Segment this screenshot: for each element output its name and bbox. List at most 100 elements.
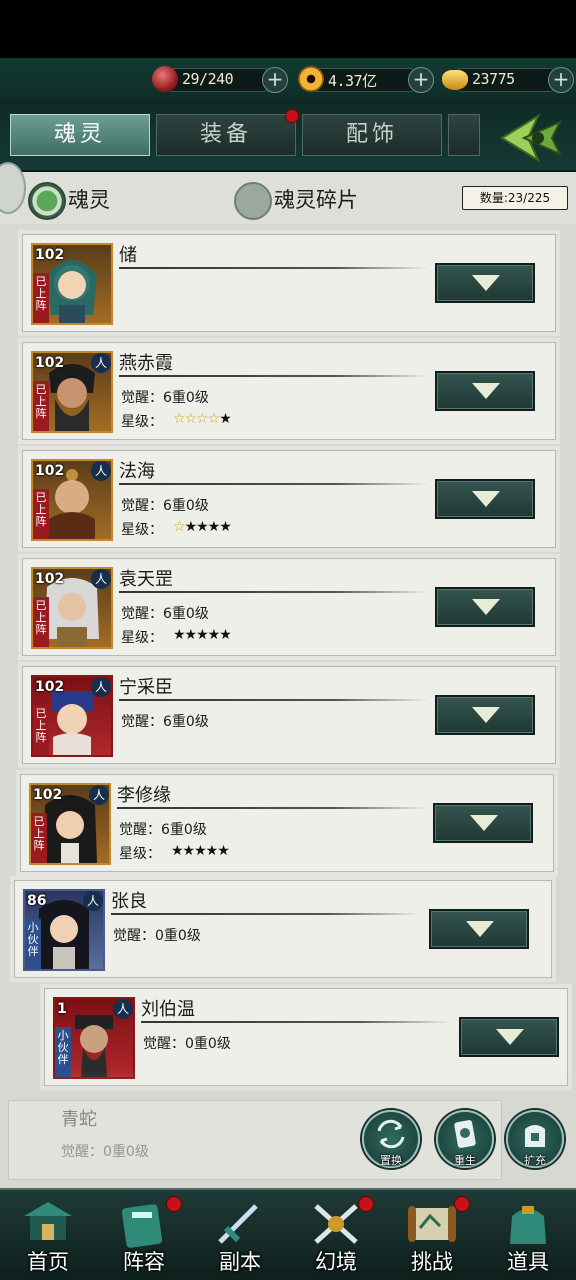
list-item[interactable]: 102 人 已上阵 袁天罡 觉醒：6重0级 星级： ★★★★★	[22, 558, 556, 656]
rebirth-label: 重生	[454, 1154, 476, 1167]
level-badge: 102	[35, 247, 65, 263]
nav-home[interactable]: 首页	[0, 1190, 96, 1280]
nav-dungeon-label: 副本	[219, 1250, 261, 1274]
ingot-counter: 23775 +	[442, 66, 574, 93]
bottom-nav: 首页 阵容 副本 幻境 挑战 道具	[0, 1188, 576, 1280]
list-item[interactable]: 102 人 已上阵 宁采臣 觉醒：6重0级	[22, 666, 556, 764]
scroll-icon	[408, 1206, 456, 1242]
expand-button[interactable]	[459, 1017, 559, 1057]
system-status-bar	[0, 0, 576, 58]
list-item[interactable]: 102 人 已上阵 燕赤霞 觉醒：6重0级 星级： ☆☆☆☆★	[22, 342, 556, 440]
coin-value: 4.37亿	[328, 72, 377, 90]
expand-button[interactable]	[435, 479, 535, 519]
avatar: 102 人 已上阵	[31, 459, 113, 541]
element-badge: 人	[113, 999, 133, 1019]
divider	[119, 267, 429, 269]
notification-dot	[358, 1196, 374, 1212]
avatar: 86 人 小伙伴	[23, 889, 105, 971]
list-item[interactable]: 102 人 已上阵 李修缘 觉醒：6重0级 星级： ★★★★★	[20, 774, 554, 872]
replace-label: 置换	[380, 1154, 402, 1167]
star-rating: ☆☆☆☆★	[173, 411, 232, 427]
soul-fragment-radio[interactable]	[234, 182, 272, 220]
back-icon[interactable]	[498, 112, 570, 164]
avatar: 102 人 已上阵	[31, 567, 113, 649]
star-outline: ☆☆☆☆	[173, 411, 220, 427]
divider	[119, 699, 429, 701]
notification-dot	[285, 109, 299, 123]
coin-counter: 4.37亿 +	[298, 66, 434, 93]
list-item[interactable]: 102 人 已上阵 法海 觉醒：6重0级 星级： ☆★★★★	[22, 450, 556, 548]
element-badge: 人	[91, 461, 111, 481]
soul-name: 储	[119, 245, 137, 266]
element-badge: 人	[91, 353, 111, 373]
list-item[interactable]: 86 人 小伙伴 张良 觉醒：0重0级	[14, 880, 552, 978]
expand-button[interactable]	[435, 587, 535, 627]
expand-button[interactable]	[435, 371, 535, 411]
level-badge: 102	[33, 787, 63, 803]
star-filled: ★	[219, 411, 232, 427]
status-badge: 已上阵	[33, 597, 49, 647]
soul-name: 刘伯温	[141, 999, 195, 1020]
expand-capacity-button[interactable]: 扩充	[506, 1110, 564, 1168]
sword-icon	[218, 1204, 258, 1244]
divider	[141, 1021, 451, 1023]
avatar: 102 人 已上阵	[31, 675, 113, 757]
level-badge: 102	[35, 355, 65, 371]
awaken-level: 觉醒：6重0级	[121, 714, 209, 730]
tab-more[interactable]	[448, 114, 480, 156]
nav-lineup[interactable]: 阵容	[96, 1190, 192, 1280]
awaken-level: 觉醒：6重0级	[119, 822, 207, 838]
awaken-level: 觉醒：6重0级	[121, 606, 209, 622]
add-soul-stone-button[interactable]: +	[262, 67, 288, 93]
add-ingot-button[interactable]: +	[548, 67, 574, 93]
coin-icon	[298, 66, 324, 92]
status-badge: 已上阵	[33, 705, 49, 755]
element-badge: 人	[89, 785, 109, 805]
nav-illusion[interactable]: 幻境	[288, 1190, 384, 1280]
star-filled: ★★★★★	[171, 843, 230, 859]
replace-button[interactable]: 置换	[362, 1110, 420, 1168]
level-badge: 1	[57, 1001, 67, 1017]
list-item[interactable]: 102 已上阵 储	[22, 234, 556, 332]
star-label: 星级：	[121, 630, 163, 646]
nav-dungeon[interactable]: 副本	[192, 1190, 288, 1280]
nav-challenge[interactable]: 挑战	[384, 1190, 480, 1280]
nav-home-label: 首页	[27, 1250, 69, 1274]
nav-items-label: 道具	[507, 1250, 549, 1274]
awaken-level: 觉醒：6重0级	[121, 390, 209, 406]
tab-equipment[interactable]: 装备	[156, 109, 299, 156]
tab-soul[interactable]: 魂灵	[10, 114, 150, 156]
awaken-level: 觉醒：0重0级	[143, 1036, 231, 1052]
awaken-level: 觉醒：0重0级	[61, 1144, 149, 1160]
soul-name: 燕赤霞	[119, 353, 173, 374]
nav-illusion-label: 幻境	[315, 1250, 357, 1274]
element-badge: 人	[91, 569, 111, 589]
soul-name: 张良	[111, 891, 147, 912]
expand-button[interactable]	[429, 909, 529, 949]
soul-radio[interactable]	[28, 182, 66, 220]
list-item[interactable]: 青蛇 觉醒：0重0级	[8, 1100, 502, 1180]
expand-button[interactable]	[433, 803, 533, 843]
level-badge: 102	[35, 571, 65, 587]
expand-button[interactable]	[435, 263, 535, 303]
resource-bar: 29/240 + 4.37亿 + 23775 +	[0, 58, 576, 100]
expand-capacity-label: 扩充	[524, 1154, 546, 1167]
rebirth-button[interactable]: 重生	[436, 1110, 494, 1168]
tab-equipment-label: 装备	[199, 122, 252, 147]
soul-name: 李修缘	[117, 785, 171, 806]
nav-items[interactable]: 道具	[480, 1190, 576, 1280]
star-rating: ☆★★★★	[173, 519, 232, 535]
expand-button[interactable]	[435, 695, 535, 735]
tab-accessory[interactable]: 配饰	[302, 114, 442, 156]
nav-challenge-label: 挑战	[411, 1250, 453, 1274]
category-tab-bar: 魂灵 装备 配饰	[0, 100, 576, 172]
soul-screen: 29/240 + 4.37亿 + 23775 + 魂灵 装备 配饰 魂灵 魂灵碎…	[0, 0, 576, 1280]
add-coin-button[interactable]: +	[408, 67, 434, 93]
awaken-level: 觉醒：0重0级	[113, 928, 201, 944]
swap-icon	[377, 1119, 405, 1149]
soul-name: 青蛇	[61, 1109, 97, 1130]
notification-dot	[166, 1196, 182, 1212]
star-outline: ☆	[173, 519, 186, 535]
bag-icon	[510, 1206, 546, 1244]
soul-stone-icon	[152, 66, 178, 92]
